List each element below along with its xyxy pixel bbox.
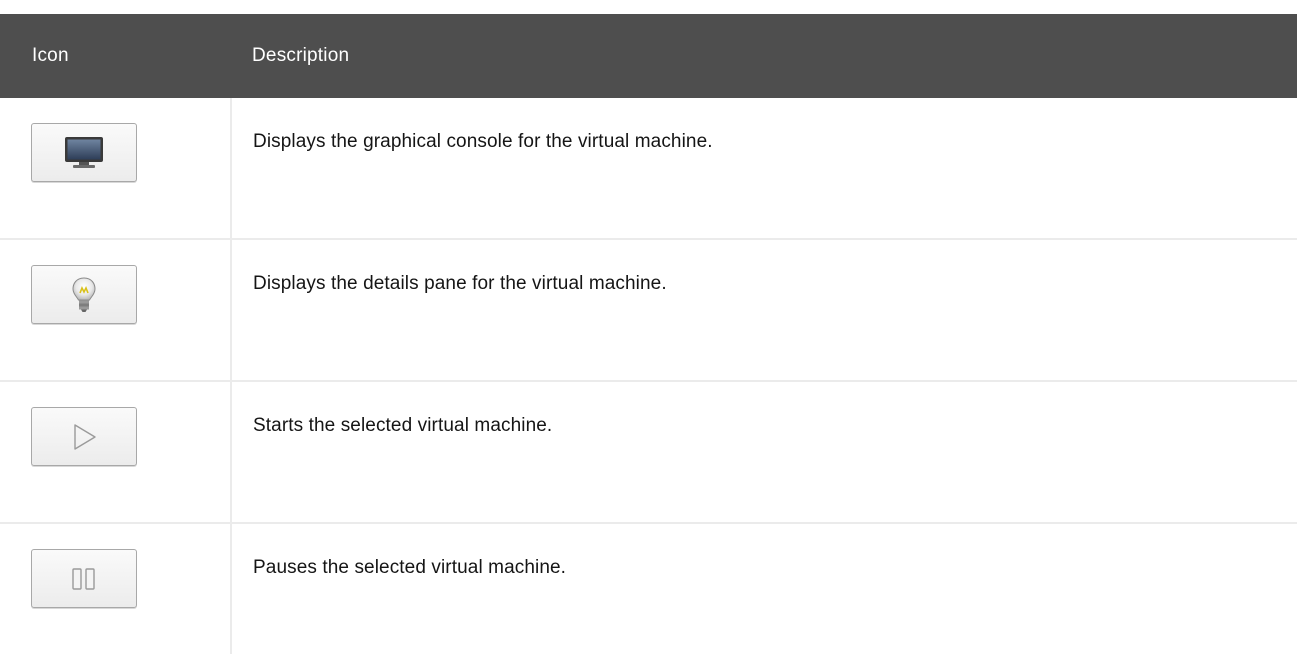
monitor-icon [64, 136, 104, 170]
table-row: Starts the selected virtual machine. [0, 382, 1297, 524]
pause-button[interactable] [31, 549, 137, 608]
header-description-column: Description [252, 45, 350, 66]
icon-description-table: Icon Description Displays the graphical … [0, 14, 1297, 654]
lightbulb-icon [71, 276, 97, 314]
header-icon-column: Icon [32, 45, 69, 66]
icon-cell [0, 524, 232, 654]
description-cell: Starts the selected virtual machine. [253, 415, 553, 436]
pause-icon [71, 567, 97, 590]
play-icon [69, 422, 99, 452]
description-cell: Displays the graphical console for the v… [253, 131, 713, 152]
table-row: Displays the graphical console for the v… [0, 98, 1297, 240]
table-header: Icon Description [0, 14, 1297, 98]
icon-cell [0, 382, 232, 522]
icon-cell [0, 240, 232, 380]
console-button[interactable] [31, 123, 137, 182]
table-row: Displays the details pane for the virtua… [0, 240, 1297, 382]
start-button[interactable] [31, 407, 137, 466]
icon-cell [0, 98, 232, 238]
table-row: Pauses the selected virtual machine. [0, 524, 1297, 654]
details-button[interactable] [31, 265, 137, 324]
description-cell: Pauses the selected virtual machine. [253, 557, 567, 578]
description-cell: Displays the details pane for the virtua… [253, 273, 667, 294]
